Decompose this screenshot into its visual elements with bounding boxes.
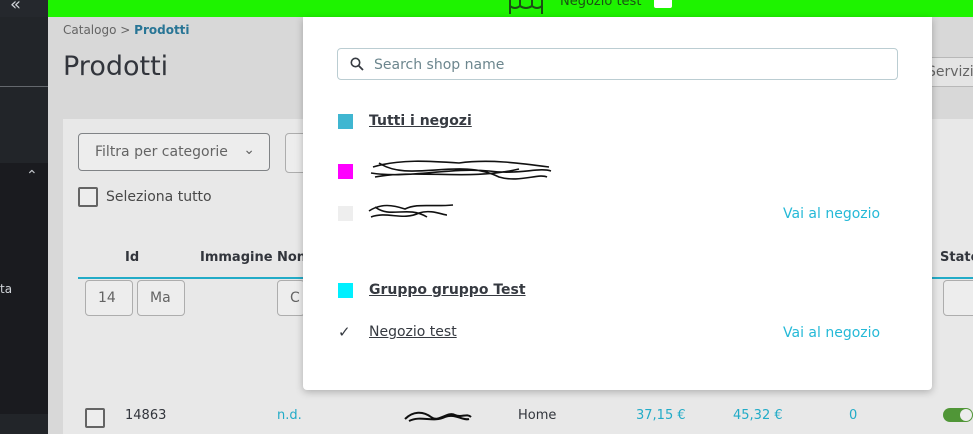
shop-color-swatch — [338, 164, 353, 179]
redacted-shop-name — [368, 204, 454, 218]
shop-item-all[interactable]: Tutti i negozi — [337, 111, 897, 135]
shop-item-label[interactable]: Tutti i negozi — [369, 113, 472, 129]
visit-shop-link[interactable]: Vai al negozio — [783, 206, 880, 222]
current-shop-label: Negozio test — [560, 0, 642, 9]
shop-item-label[interactable]: Gruppo gruppo Test — [369, 282, 526, 298]
shop-search-input[interactable] — [372, 54, 876, 76]
checkmark-icon: ✓ — [338, 323, 351, 341]
shop-item-label[interactable]: Negozio test — [369, 324, 457, 340]
shop-selector-dropdown: Tutti i negozi Vai al negozio Gruppo gru… — [303, 17, 932, 390]
shop-item-negozio-test[interactable]: ✓ Negozio test Vai al negozio — [337, 322, 897, 346]
shop-group-redacted[interactable] — [337, 160, 897, 185]
redacted-shop-group-name — [370, 160, 552, 180]
shop-color-swatch — [654, 0, 672, 8]
shop-item-redacted[interactable]: Vai al negozio — [337, 203, 897, 227]
search-icon — [350, 57, 364, 71]
shop-color-swatch — [338, 283, 353, 298]
shop-context-bar[interactable]: Negozio test — [48, 0, 973, 17]
shop-group-test[interactable]: Gruppo gruppo Test — [337, 280, 897, 304]
shop-color-swatch — [338, 114, 353, 129]
visit-shop-link[interactable]: Vai al negozio — [783, 325, 880, 341]
shop-color-swatch — [338, 206, 353, 221]
store-icon — [509, 0, 543, 14]
collapse-sidebar-icon[interactable]: « — [10, 0, 21, 15]
shop-search[interactable] — [337, 48, 898, 80]
